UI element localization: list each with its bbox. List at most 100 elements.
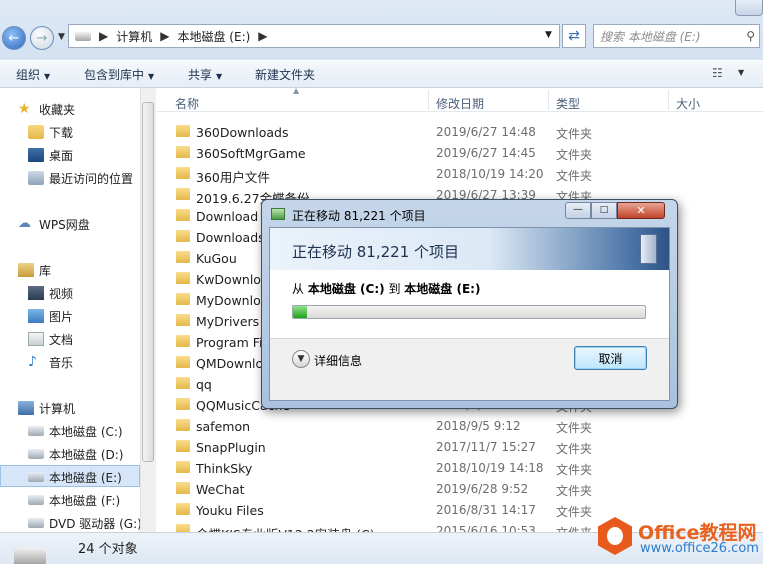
chevron-right-icon[interactable]: ▶ [160, 29, 169, 43]
sidebar-item-drive-g[interactable]: DVD 驱动器 (G:) [28, 513, 142, 533]
column-header-name[interactable]: 名称 [175, 95, 199, 112]
folder-icon [176, 272, 190, 284]
star-icon: ★ [18, 101, 31, 117]
file-type: 文件夹 [556, 524, 592, 532]
column-divider[interactable] [548, 90, 549, 110]
list-item[interactable]: safemon 2018/9/5 9:12 文件夹 [157, 416, 763, 437]
sidebar-scrollbar-thumb[interactable] [142, 102, 154, 462]
organize-button[interactable]: 组织 ▼ [16, 66, 50, 83]
sidebar-item-music[interactable]: ♪ 音乐 [28, 352, 73, 372]
destination-drive[interactable]: 本地磁盘 (E:) [404, 282, 480, 296]
close-button[interactable]: ✕ [617, 202, 665, 219]
column-header-size[interactable]: 大小 [676, 95, 700, 112]
sidebar-item-wps[interactable]: ☁ WPS网盘 [18, 214, 90, 234]
drive-icon [28, 495, 44, 505]
move-route: 从 本地磁盘 (C:) 到 本地磁盘 (E:) [292, 280, 480, 297]
more-details-label[interactable]: 详细信息 [314, 352, 362, 369]
sidebar-item-libraries[interactable]: 库 [18, 260, 51, 280]
sidebar-item-drive-c[interactable]: 本地磁盘 (C:) [28, 421, 123, 441]
view-options-icon[interactable]: ☷ [712, 66, 723, 80]
desktop-icon [28, 148, 44, 162]
sidebar-label: 本地磁盘 (D:) [49, 447, 124, 462]
folder-icon [176, 524, 190, 532]
move-progress-dialog: 正在移动 81,221 个项目 — □ ✕ 正在移动 81,221 个项目 从 … [261, 199, 678, 409]
file-date: 2019/6/27 14:48 [436, 125, 536, 139]
sidebar-item-downloads[interactable]: 下载 [28, 122, 73, 142]
drive-icon [28, 472, 44, 482]
item-count: 24 个对象 [78, 542, 138, 557]
chevron-down-icon[interactable]: ▼ [738, 68, 744, 77]
sidebar-item-computer[interactable]: 计算机 [18, 398, 75, 418]
sidebar-item-pictures[interactable]: 图片 [28, 306, 73, 326]
column-header-date[interactable]: 修改日期 [436, 95, 484, 112]
drive-icon [14, 548, 46, 564]
sidebar-item-drive-f[interactable]: 本地磁盘 (F:) [28, 490, 120, 510]
from-label: 从 [292, 282, 305, 296]
list-item[interactable]: 360Downloads 2019/6/27 14:48 文件夹 [157, 122, 763, 143]
forward-button[interactable]: → [30, 26, 54, 50]
maximize-button[interactable]: □ [591, 202, 617, 219]
folder-icon [176, 398, 190, 410]
cancel-button[interactable]: 取消 [574, 346, 647, 370]
share-label: 共享 [188, 68, 213, 82]
file-type: 文件夹 [556, 484, 593, 498]
sidebar-item-documents[interactable]: 文档 [28, 329, 73, 349]
list-item[interactable]: ThinkSky 2018/10/19 14:18 文件夹 [157, 458, 763, 479]
file-type: 文件夹 [556, 421, 593, 435]
file-date: 2018/9/5 9:12 [436, 419, 521, 433]
window-control-button[interactable] [735, 0, 763, 16]
sidebar-label: 音乐 [49, 355, 74, 370]
music-note-icon: ♪ [28, 354, 37, 370]
address-history-dropdown[interactable]: ▼ [545, 30, 552, 40]
folder-icon [176, 146, 190, 158]
office-logo-inner [607, 527, 623, 545]
sidebar-item-videos[interactable]: 视频 [28, 283, 73, 303]
chevron-right-icon[interactable]: ▶ [258, 29, 267, 43]
sidebar-label: 本地磁盘 (E:) [49, 470, 122, 485]
sidebar-label: 收藏夹 [39, 102, 76, 117]
more-details-button[interactable]: ▼ [292, 350, 310, 368]
column-divider[interactable] [428, 90, 429, 110]
share-button[interactable]: 共享 ▼ [188, 66, 222, 83]
list-item[interactable]: SnapPlugin 2017/11/7 15:27 文件夹 [157, 437, 763, 458]
list-item[interactable]: WeChat 2019/6/28 9:52 文件夹 [157, 479, 763, 500]
sidebar-item-favorites[interactable]: ★ 收藏夹 [18, 99, 75, 119]
folder-icon [176, 440, 190, 452]
breadcrumb[interactable]: ▶ 计算机 ▶ 本地磁盘 (E:) ▶ [68, 24, 560, 48]
list-item[interactable]: 360用户文件 2018/10/19 14:20 文件夹 [157, 164, 763, 185]
file-name: Downloads [196, 230, 265, 245]
arrow-left-icon: ← [8, 30, 20, 46]
breadcrumb-item-computer[interactable]: 计算机 [116, 28, 152, 45]
back-button[interactable]: ← [2, 26, 26, 50]
folder-icon [176, 125, 190, 137]
file-name: 360用户文件 [196, 170, 270, 185]
refresh-button[interactable]: ⇄ [562, 24, 586, 48]
watermark-url: www.office26.com [640, 541, 759, 556]
new-folder-button[interactable]: 新建文件夹 [255, 66, 315, 83]
search-placeholder: 搜索 本地磁盘 (E:) [600, 29, 701, 44]
recent-pages-dropdown[interactable]: ▼ [58, 32, 65, 42]
chevron-down-icon: ▼ [297, 354, 305, 364]
source-drive[interactable]: 本地磁盘 (C:) [308, 282, 385, 296]
column-divider[interactable] [668, 90, 669, 110]
list-item[interactable]: 360SoftMgrGame 2019/6/27 14:45 文件夹 [157, 143, 763, 164]
dialog-heading: 正在移动 81,221 个项目 [292, 243, 460, 261]
chevron-right-icon[interactable]: ▶ [99, 29, 108, 43]
file-date: 2015/6/16 10:53 [436, 524, 536, 532]
refresh-icon: ⇄ [568, 28, 580, 44]
file-name: MyDrivers [196, 314, 260, 329]
column-header-type[interactable]: 类型 [556, 95, 580, 112]
file-name: Download [196, 209, 259, 224]
include-in-library-button[interactable]: 包含到库中 ▼ [84, 66, 154, 83]
drive-icon [28, 426, 44, 436]
sidebar-item-recent[interactable]: 最近访问的位置 [28, 168, 133, 188]
sidebar-item-desktop[interactable]: 桌面 [28, 145, 73, 165]
breadcrumb-item-drive-e[interactable]: 本地磁盘 (E:) [177, 28, 250, 45]
to-label: 到 [388, 282, 401, 296]
file-date: 2016/8/31 14:17 [436, 503, 536, 517]
sidebar-item-drive-d[interactable]: 本地磁盘 (D:) [28, 444, 123, 464]
search-icon[interactable]: ⚲ [746, 29, 755, 43]
minimize-button[interactable]: — [565, 202, 591, 219]
sidebar-item-drive-e[interactable]: 本地磁盘 (E:) [28, 467, 122, 487]
search-input[interactable]: 搜索 本地磁盘 (E:) ⚲ [593, 24, 760, 48]
